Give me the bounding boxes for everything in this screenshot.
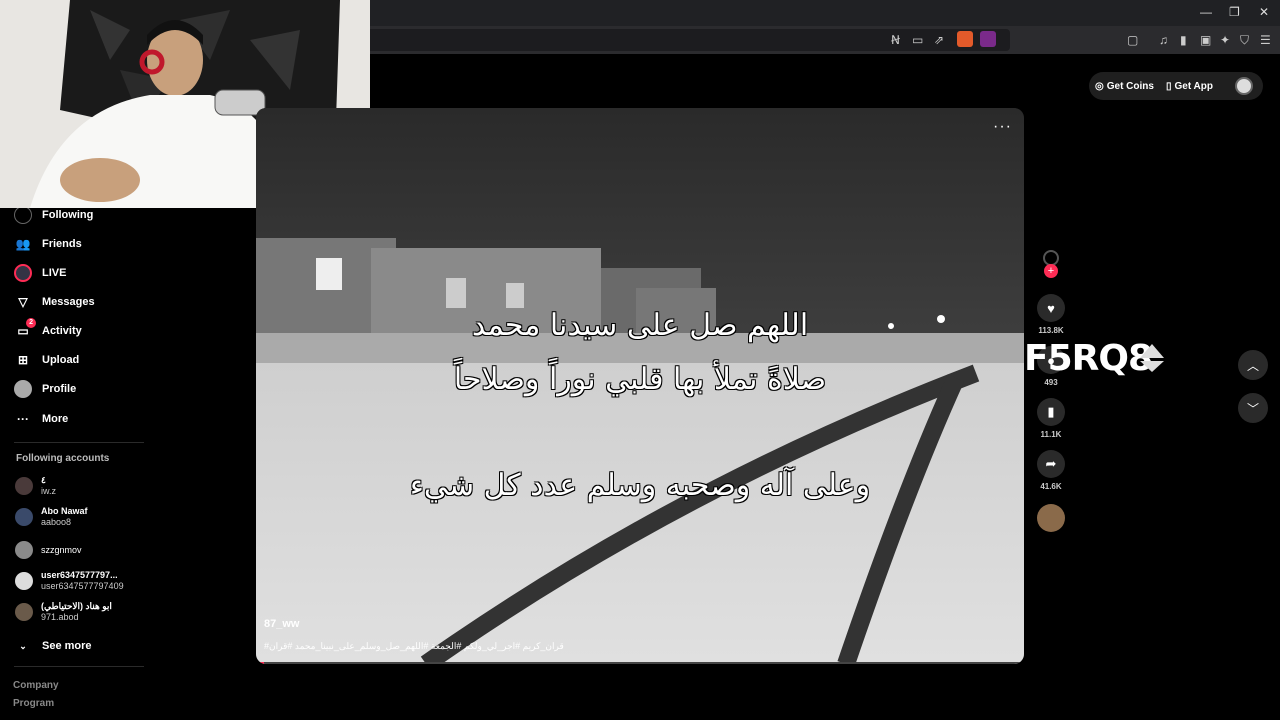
follow-plus-icon[interactable]: +: [1044, 264, 1058, 278]
divider: [14, 666, 144, 667]
coin-icon: ◎: [1095, 80, 1104, 92]
video-player[interactable]: ··· اللهم صل على سيدنا محمد صلاةً تملأ ب…: [256, 108, 1024, 664]
video-caption-line: وعلى آله وصحبه وسلم عدد كل شيء: [409, 468, 871, 503]
following-icon: [14, 206, 32, 224]
get-coins-button[interactable]: ◎ Get Coins: [1089, 81, 1160, 92]
account-item[interactable]: Abo Nawaf aaboo8: [15, 506, 88, 528]
sound-button[interactable]: [1034, 504, 1068, 532]
messages-icon: ▽: [18, 295, 28, 309]
like-count: 113.8K: [1038, 326, 1064, 335]
sidebar-icon[interactable]: ▮: [1180, 33, 1187, 47]
phone-icon: ▯: [1165, 80, 1172, 92]
like-button[interactable]: ♥ 113.8K: [1034, 294, 1068, 335]
avatar: [15, 572, 33, 590]
following-accounts-title: Following accounts: [16, 453, 110, 464]
save-button[interactable]: ▮ 11.1K: [1034, 398, 1068, 439]
account-item[interactable]: user6347577797... user6347577797409: [15, 570, 124, 592]
next-video-button[interactable]: ﹀: [1238, 393, 1268, 423]
cast-icon[interactable]: ▭: [912, 33, 923, 47]
avatar: [15, 508, 33, 526]
video-options-button[interactable]: ···: [993, 118, 1012, 136]
sidebar-item-upload[interactable]: ⊞ Upload: [14, 351, 79, 369]
sidebar: Following 👥 Friends LIVE ▽ Messages ▭ 2 A…: [0, 204, 250, 720]
video-caption-line: اللهم صل على سيدنا محمد: [471, 308, 809, 343]
avatar: [15, 603, 33, 621]
footer-link-company[interactable]: Company: [13, 680, 59, 691]
heart-icon: ♥: [1037, 294, 1065, 322]
activity-icon: ▭ 2: [14, 318, 36, 340]
sidebar-item-following[interactable]: Following: [14, 206, 93, 224]
chevron-up-icon: ︿: [1246, 358, 1259, 373]
comment-count: 493: [1044, 378, 1058, 387]
sidebar-item-activity[interactable]: ▭ 2 Activity: [14, 318, 82, 340]
video-hashtags[interactable]: #قران_كريم #اجر_لي_ولكم #الجمعة #اللهم_ص…: [264, 641, 564, 652]
sound-disc-icon: [1037, 504, 1065, 532]
vpn-icon[interactable]: ⛉: [1240, 33, 1249, 48]
brave-rewards-icon[interactable]: [980, 31, 996, 47]
friends-icon: 👥: [15, 237, 31, 251]
live-icon: [14, 264, 32, 282]
video-progress-fill: [256, 662, 264, 664]
video-progress-bar[interactable]: [256, 662, 1024, 664]
share-arrow-icon: ➦: [1037, 450, 1065, 478]
save-count: 11.1K: [1040, 430, 1062, 439]
overlay-logo-icon: [1140, 344, 1164, 372]
sidebar-item-messages[interactable]: ▽ Messages: [14, 293, 94, 311]
brave-shields-icon[interactable]: [957, 31, 973, 47]
previous-video-button[interactable]: ︿: [1238, 350, 1268, 380]
creator-avatar-button[interactable]: +: [1034, 250, 1068, 278]
upload-icon: ⊞: [17, 353, 29, 367]
video-author[interactable]: 87_ww: [264, 618, 299, 630]
divider: [14, 442, 144, 443]
maximize-button[interactable]: ❐: [1229, 5, 1240, 19]
more-icon: ···: [17, 412, 29, 426]
account-item[interactable]: ٤ iw.z: [15, 475, 56, 497]
sidebar-item-friends[interactable]: 👥 Friends: [14, 235, 82, 253]
avatar: [15, 541, 33, 559]
music-icon[interactable]: ♫: [1159, 33, 1168, 47]
get-app-button[interactable]: ▯ Get App: [1160, 81, 1219, 92]
footer-link-program[interactable]: Program: [13, 698, 54, 709]
activity-badge: 2: [26, 318, 36, 328]
reader-icon[interactable]: Ꞥ: [891, 33, 900, 47]
sidebar-item-more[interactable]: ··· More: [14, 410, 68, 428]
chevron-down-icon: ﹀: [1246, 401, 1259, 416]
bookmark-icon: ▮: [1037, 398, 1065, 426]
share-button[interactable]: ➦ 41.6K: [1034, 450, 1068, 491]
share-count: 41.6K: [1040, 482, 1062, 491]
address-bar[interactable]: [300, 29, 1010, 51]
chevron-down-icon: ⌄: [19, 640, 27, 651]
avatar: [15, 477, 33, 495]
menu-icon[interactable]: ☰: [1260, 33, 1271, 47]
account-item[interactable]: szzgnmov: [15, 541, 82, 559]
account-item[interactable]: ابو هناد (الاحتياطي) 971.abod: [15, 601, 112, 623]
video-caption-line: صلاةً تملأ بها قلبي نوراً وصلاحاً: [453, 362, 827, 397]
wallet-icon[interactable]: ▣: [1200, 33, 1211, 47]
sidebar-item-profile[interactable]: Profile: [14, 380, 76, 398]
profile-icon: [14, 380, 32, 398]
sidebar-item-live[interactable]: LIVE: [14, 264, 66, 282]
header-actions: ◎ Get Coins ▯ Get App: [1089, 72, 1263, 100]
minimize-button[interactable]: —: [1200, 5, 1212, 19]
user-avatar[interactable]: [1235, 77, 1253, 95]
ai-icon[interactable]: ✦: [1220, 33, 1230, 47]
overlay-code: F5RQ8: [1024, 338, 1153, 379]
see-more-button[interactable]: ⌄ See more: [14, 637, 91, 655]
share-icon[interactable]: ⇗: [934, 33, 944, 47]
close-button[interactable]: ✕: [1259, 5, 1269, 19]
tab-icon[interactable]: ▢: [1127, 33, 1138, 47]
